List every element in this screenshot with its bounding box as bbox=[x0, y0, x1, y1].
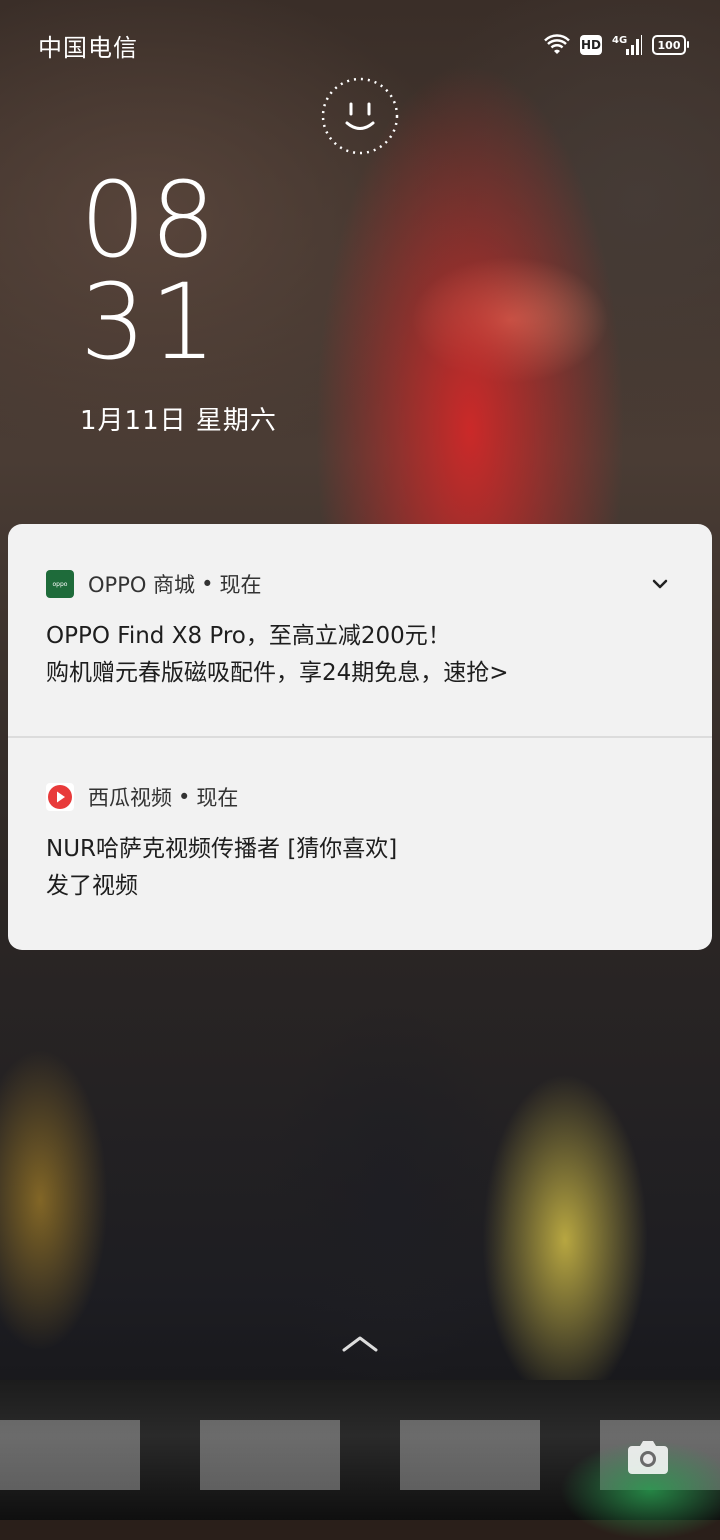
battery-icon: 100 bbox=[652, 35, 689, 55]
wifi-icon bbox=[544, 34, 570, 56]
notification-xigua-video[interactable]: 西瓜视频 • 现在 NUR哈萨克视频传播者 [猜你喜欢] 发了视频 bbox=[8, 738, 712, 950]
carrier-name: 中国电信 bbox=[38, 34, 138, 62]
notification-oppo-store[interactable]: oppo OPPO 商城 • 现在 OPPO Find X8 Pro，至高立减2… bbox=[8, 524, 712, 736]
cellular-signal-icon: 4G bbox=[612, 33, 642, 57]
notification-line-1: OPPO Find X8 Pro，至高立减200元！ bbox=[46, 623, 451, 649]
battery-level: 100 bbox=[657, 38, 681, 52]
xigua-video-icon bbox=[46, 783, 74, 811]
oppo-store-icon-label: oppo bbox=[52, 580, 68, 588]
status-icons: HD 4G 100 bbox=[544, 32, 689, 58]
clock-minute: 31 bbox=[80, 261, 221, 383]
hd-voice-icon: HD bbox=[580, 35, 602, 55]
svg-text:4G: 4G bbox=[612, 35, 627, 46]
oppo-store-icon: oppo bbox=[46, 570, 74, 598]
notification-header: 西瓜视频 • 现在 bbox=[46, 783, 238, 811]
chevron-up-icon[interactable] bbox=[340, 1332, 380, 1356]
notification-header: oppo OPPO 商城 • 现在 bbox=[46, 570, 261, 598]
notification-line-2: 发了视频 bbox=[46, 873, 138, 899]
notification-line-2: 购机赠元春版磁吸配件，享24期免息，速抢> bbox=[46, 660, 509, 686]
notification-time: 现在 bbox=[219, 573, 262, 597]
notification-app-name: 西瓜视频 bbox=[88, 786, 172, 810]
separator-dot: • bbox=[201, 572, 214, 596]
separator-dot: • bbox=[178, 785, 191, 809]
clock-hour: 08 bbox=[80, 159, 221, 281]
date-label: 1月11日 星期六 bbox=[80, 406, 277, 436]
notification-app-name: OPPO 商城 bbox=[88, 573, 196, 597]
notification-line-1: NUR哈萨克视频传播者 [猜你喜欢] bbox=[46, 836, 398, 862]
notification-body: OPPO Find X8 Pro，至高立减200元！ 购机赠元春版磁吸配件，享2… bbox=[46, 618, 509, 692]
chevron-down-icon[interactable] bbox=[650, 574, 670, 594]
status-bar: 中国电信 HD 4G 100 bbox=[0, 0, 720, 88]
face-unlock-icon[interactable] bbox=[320, 76, 400, 156]
notification-body: NUR哈萨克视频传播者 [猜你喜欢] 发了视频 bbox=[46, 831, 397, 905]
notification-time: 现在 bbox=[196, 786, 239, 810]
camera-icon[interactable] bbox=[626, 1436, 670, 1476]
notification-panel: oppo OPPO 商城 • 现在 OPPO Find X8 Pro，至高立减2… bbox=[8, 524, 712, 950]
